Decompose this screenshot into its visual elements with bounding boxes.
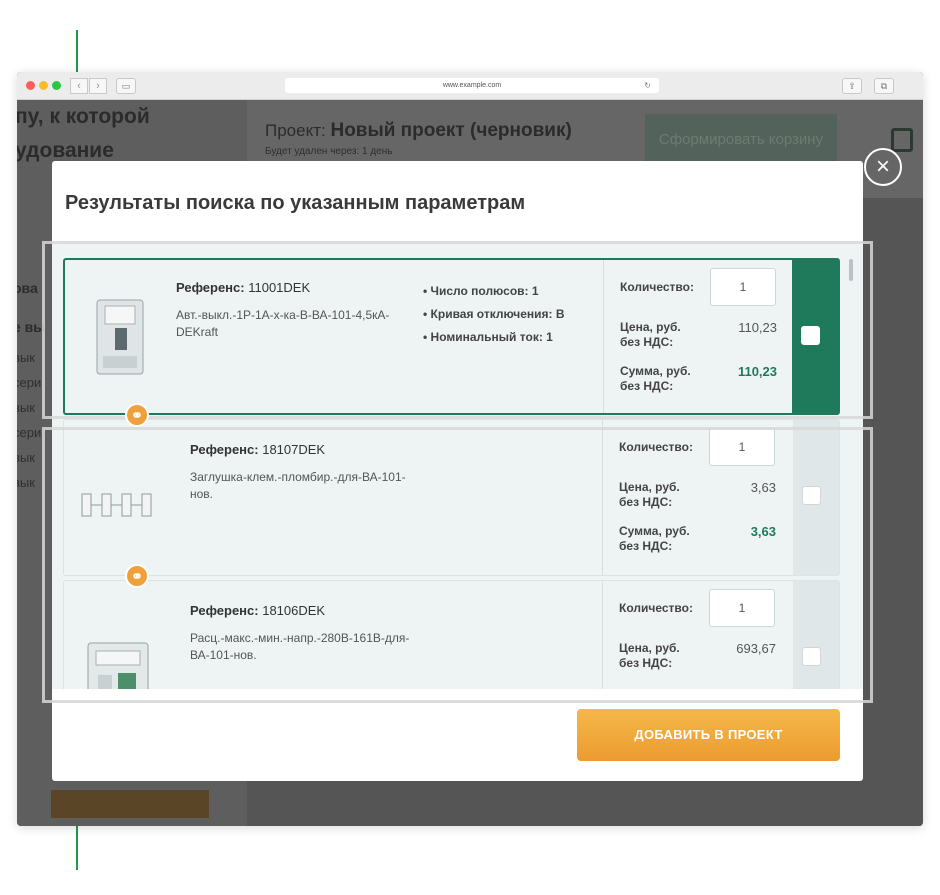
background-project-title: Проект: Новый проект (черновик) [265,120,572,142]
tabs-icon[interactable]: ⧉ [874,78,894,94]
link-icon[interactable]: ⚭ [125,403,149,427]
url-text: www.example.com [442,82,502,89]
back-icon[interactable]: ‹ [70,78,88,94]
background-heading: пу, к которой удование [17,100,150,168]
sidebar-toggle-icon[interactable]: ▭ [116,78,136,94]
project-name: Новый проект (черновик) [330,120,572,141]
background-subtitle-2: е вы [17,319,46,335]
link-icon[interactable]: ⚭ [125,564,149,588]
background-list-item: вык [17,400,35,415]
highlight-frame [42,241,873,419]
share-icon[interactable]: ⇪ [842,78,862,94]
background-list-item: вык [17,350,35,365]
close-modal-icon[interactable]: × [864,148,902,186]
background-orange-button [51,790,209,818]
zoom-window-button[interactable] [52,81,61,90]
background-basket-button: Сформировать корзину [645,114,837,166]
forward-icon[interactable]: › [89,78,107,94]
background-list-item: вык [17,450,35,465]
background-list-item: сери [17,425,42,440]
minimize-window-button[interactable] [39,81,48,90]
background-subtitle: ова [17,280,38,296]
project-label: Проект: [265,121,326,140]
background-heading-line1: пу, к которой [17,105,150,128]
add-to-project-button[interactable]: ДОБАВИТЬ В ПРОЕКТ [577,709,840,761]
background-list-item: сери [17,375,42,390]
background-list-item: вык [17,475,35,490]
close-window-button[interactable] [26,81,35,90]
address-bar[interactable]: www.example.com ↻ [285,78,659,93]
reload-icon[interactable]: ↻ [644,78,651,93]
modal-title: Результаты поиска по указанным параметра… [65,192,526,214]
highlight-frame [42,427,873,703]
project-expiry-text: Будет удален через: 1 день [265,146,393,157]
browser-toolbar: ‹ › ▭ www.example.com ↻ ⇪ ⧉ [17,72,923,100]
cart-icon [891,128,913,152]
